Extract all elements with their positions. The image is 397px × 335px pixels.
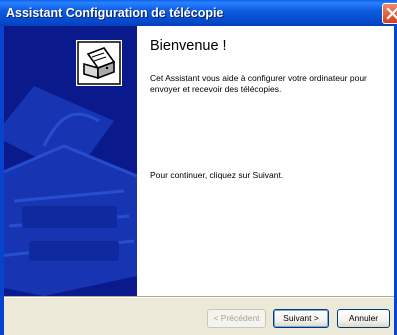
continue-instruction: Pour continuer, cliquez sur Suivant.	[150, 170, 284, 180]
button-separator	[4, 296, 394, 298]
window-title: Assistant Configuration de télécopie	[6, 6, 224, 20]
welcome-heading: Bienvenue !	[150, 38, 227, 54]
title-bar[interactable]: Assistant Configuration de télécopie	[0, 0, 397, 26]
close-button[interactable]	[382, 3, 397, 24]
fax-configuration-wizard: Assistant Configuration de télécopie Bie…	[0, 0, 397, 335]
wizard-side-panel	[4, 26, 137, 296]
fax-printer-icon	[76, 40, 122, 86]
close-icon	[386, 7, 397, 20]
cancel-button[interactable]: Annuler	[337, 309, 390, 328]
wizard-content: Bienvenue ! Cet Assistant vous aide à co…	[137, 26, 394, 296]
previous-button[interactable]: < Précédent	[207, 309, 266, 328]
fax-watermark-graphic	[4, 40, 137, 296]
next-button[interactable]: Suivant >	[273, 309, 329, 328]
intro-text: Cet Assistant vous aide à configurer vot…	[150, 73, 367, 94]
